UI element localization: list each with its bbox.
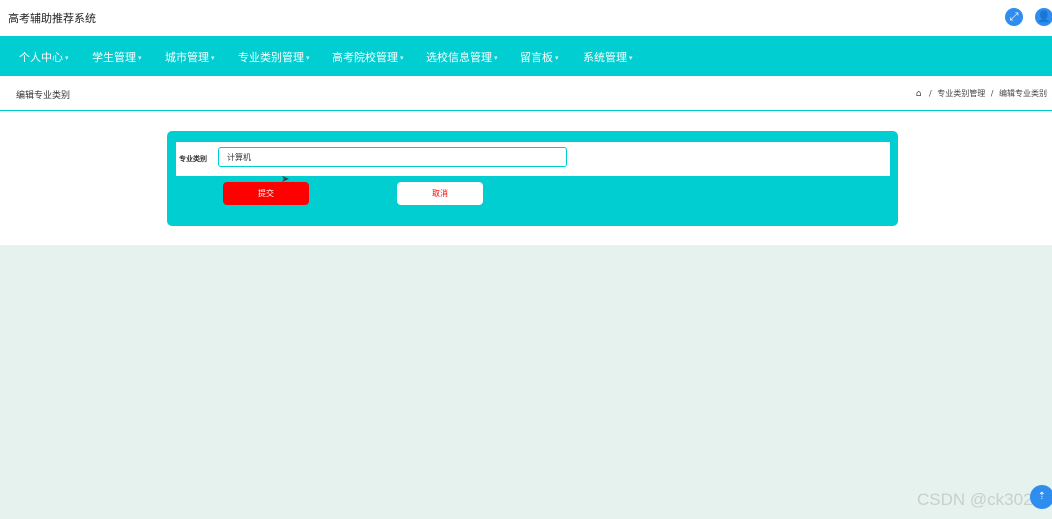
- top-bar: 高考辅助推荐系统 ⤢ 👤: [0, 0, 1052, 36]
- main-nav: 个人中心 ▾ 学生管理 ▾ 城市管理 ▾ 专业类别管理 ▾ 高考院校管理 ▾ 选校信息管理…: [0, 36, 1052, 76]
- watermark: CSDN @ck3027: [917, 490, 1042, 509]
- nav-item-label: 个人中心: [19, 51, 63, 64]
- breadcrumb: ⌂ / 专业类别管理 / 编辑专业类别: [916, 88, 1047, 99]
- content-area: 专业类别 提交 取消: [0, 111, 1052, 245]
- nav-item-system[interactable]: 系统管理 ▾: [583, 49, 633, 65]
- chevron-down-icon: ▾: [494, 54, 498, 62]
- breadcrumb-separator: /: [928, 89, 932, 98]
- chevron-down-icon: ▾: [400, 54, 404, 62]
- nav-item-label: 选校信息管理: [426, 51, 492, 64]
- nav-item-label: 学生管理: [92, 51, 136, 64]
- breadcrumb-item-major-categories[interactable]: 专业类别管理: [937, 89, 985, 98]
- nav-item-label: 留言板: [520, 51, 553, 64]
- breadcrumb-separator: /: [990, 89, 994, 98]
- chevron-down-icon: ▾: [555, 54, 559, 62]
- nav-item-cities[interactable]: 城市管理 ▾: [165, 49, 215, 65]
- fullscreen-icon[interactable]: ⤢: [1005, 8, 1023, 26]
- nav-item-message-board[interactable]: 留言板 ▾: [520, 49, 559, 65]
- major-category-input[interactable]: [218, 147, 567, 167]
- home-icon[interactable]: ⌂: [916, 89, 922, 99]
- nav-item-colleges[interactable]: 高考院校管理 ▾: [332, 49, 404, 65]
- chevron-down-icon: ▾: [65, 54, 69, 62]
- nav-item-label: 高考院校管理: [332, 51, 398, 64]
- app-title: 高考辅助推荐系统: [8, 12, 96, 25]
- chevron-down-icon: ▾: [138, 54, 142, 62]
- page-title: 编辑专业类别: [16, 91, 71, 101]
- nav-item-school-selection[interactable]: 选校信息管理 ▾: [426, 49, 498, 65]
- cancel-button[interactable]: 取消: [397, 182, 483, 205]
- nav-item-major-categories[interactable]: 专业类别管理 ▾: [238, 49, 310, 65]
- user-icon[interactable]: 👤: [1035, 8, 1052, 26]
- chevron-down-icon: ▾: [629, 54, 633, 62]
- chevron-down-icon: ▾: [211, 54, 215, 62]
- sub-header: 编辑专业类别 ⌂ / 专业类别管理 / 编辑专业类别: [0, 76, 1052, 111]
- nav-item-label: 系统管理: [583, 51, 627, 64]
- chevron-down-icon: ▾: [306, 54, 310, 62]
- nav-item-label: 专业类别管理: [238, 51, 304, 64]
- nav-item-students[interactable]: 学生管理 ▾: [92, 49, 142, 65]
- breadcrumb-item-current: 编辑专业类别: [999, 89, 1047, 98]
- submit-button[interactable]: 提交: [223, 182, 309, 205]
- nav-item-personal-center[interactable]: 个人中心 ▾: [19, 49, 69, 65]
- major-category-label: 专业类别: [179, 155, 207, 163]
- edit-form: 专业类别 提交 取消: [167, 131, 898, 226]
- nav-item-label: 城市管理: [165, 51, 209, 64]
- mouse-cursor-icon: ➤: [281, 174, 290, 185]
- form-row-major-category: 专业类别: [176, 142, 890, 176]
- scroll-top-icon[interactable]: ⇡: [1030, 485, 1052, 509]
